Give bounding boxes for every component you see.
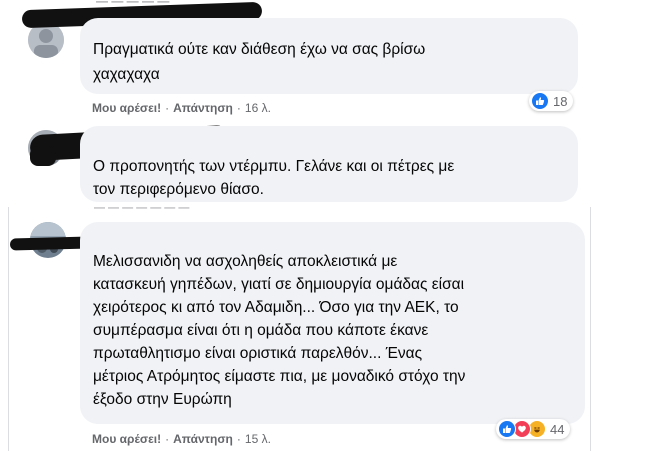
comment-text-line: μέτριος Ατρόμητος είμαστε πια, με μοναδι…: [93, 368, 466, 385]
comment-text-line: Πραγματικά ούτε καν διάθεση έχω να σας β…: [93, 41, 426, 58]
comment-text-line: τον περιφερόμενο θίασο.: [93, 181, 264, 198]
timestamp[interactable]: 15 λ.: [245, 432, 271, 446]
reply-link[interactable]: Απάντηση: [173, 432, 233, 446]
comment-text-line: Μελισσανιδη να ασχοληθείς αποκλειστικά μ…: [93, 253, 398, 270]
comment-text-line: χαχαχαχα: [93, 66, 160, 83]
like-icon: [531, 92, 549, 110]
reaction-count: 18: [553, 93, 568, 109]
comment-text-line: Ο προπονητής των ντέρμπυ. Γελάνε και οι …: [93, 158, 455, 175]
reaction-summary[interactable]: 18: [529, 91, 574, 111]
like-link[interactable]: Μου αρέσει!: [92, 101, 161, 115]
comment-text-line: χειρότερος κι από τον Αδαμιδη... Όσο για…: [93, 299, 459, 316]
comment-actions: Μου αρέσει! · Απάντηση · 15 λ.: [92, 432, 271, 446]
stitch-edge-right: [590, 207, 591, 451]
timestamp[interactable]: 16 λ.: [245, 101, 271, 115]
reply-link[interactable]: Απάντηση: [173, 101, 233, 115]
comment-bubble: Πραγματικά ούτε καν διάθεση έχω να σας β…: [80, 18, 578, 94]
redacted-avatar-scribble: [30, 146, 56, 166]
comment-bubble: Μελισσανιδη να ασχοληθείς αποκλειστικά μ…: [80, 222, 585, 424]
stitch-edge-left: [8, 207, 9, 451]
like-link[interactable]: Μου αρέσει!: [92, 432, 161, 446]
reaction-count: 44: [550, 421, 565, 437]
partial-meta-cut: — — — — — — —: [94, 202, 190, 214]
like-icon: [498, 420, 516, 438]
comment-actions: Μου αρέσει! · Απάντηση · 16 λ.: [92, 101, 271, 115]
comment-text-line: κατασκευή γηπέδων, γιατί σε δημιουργία ο…: [93, 276, 465, 293]
comment-text-line: έξοδο στην Ευρώπη: [93, 391, 232, 408]
reaction-summary[interactable]: 44: [496, 419, 571, 439]
comment-text-line: πρωταθλητισμο είναι οριστικά παρελθόν...…: [93, 345, 423, 362]
comment-text-line: συμπέρασμα είναι ότι η ομάδα που κάποτε …: [93, 322, 429, 339]
comment-bubble: Ο προπονητής των ντέρμπυ. Γελάνε και οι …: [80, 126, 578, 202]
